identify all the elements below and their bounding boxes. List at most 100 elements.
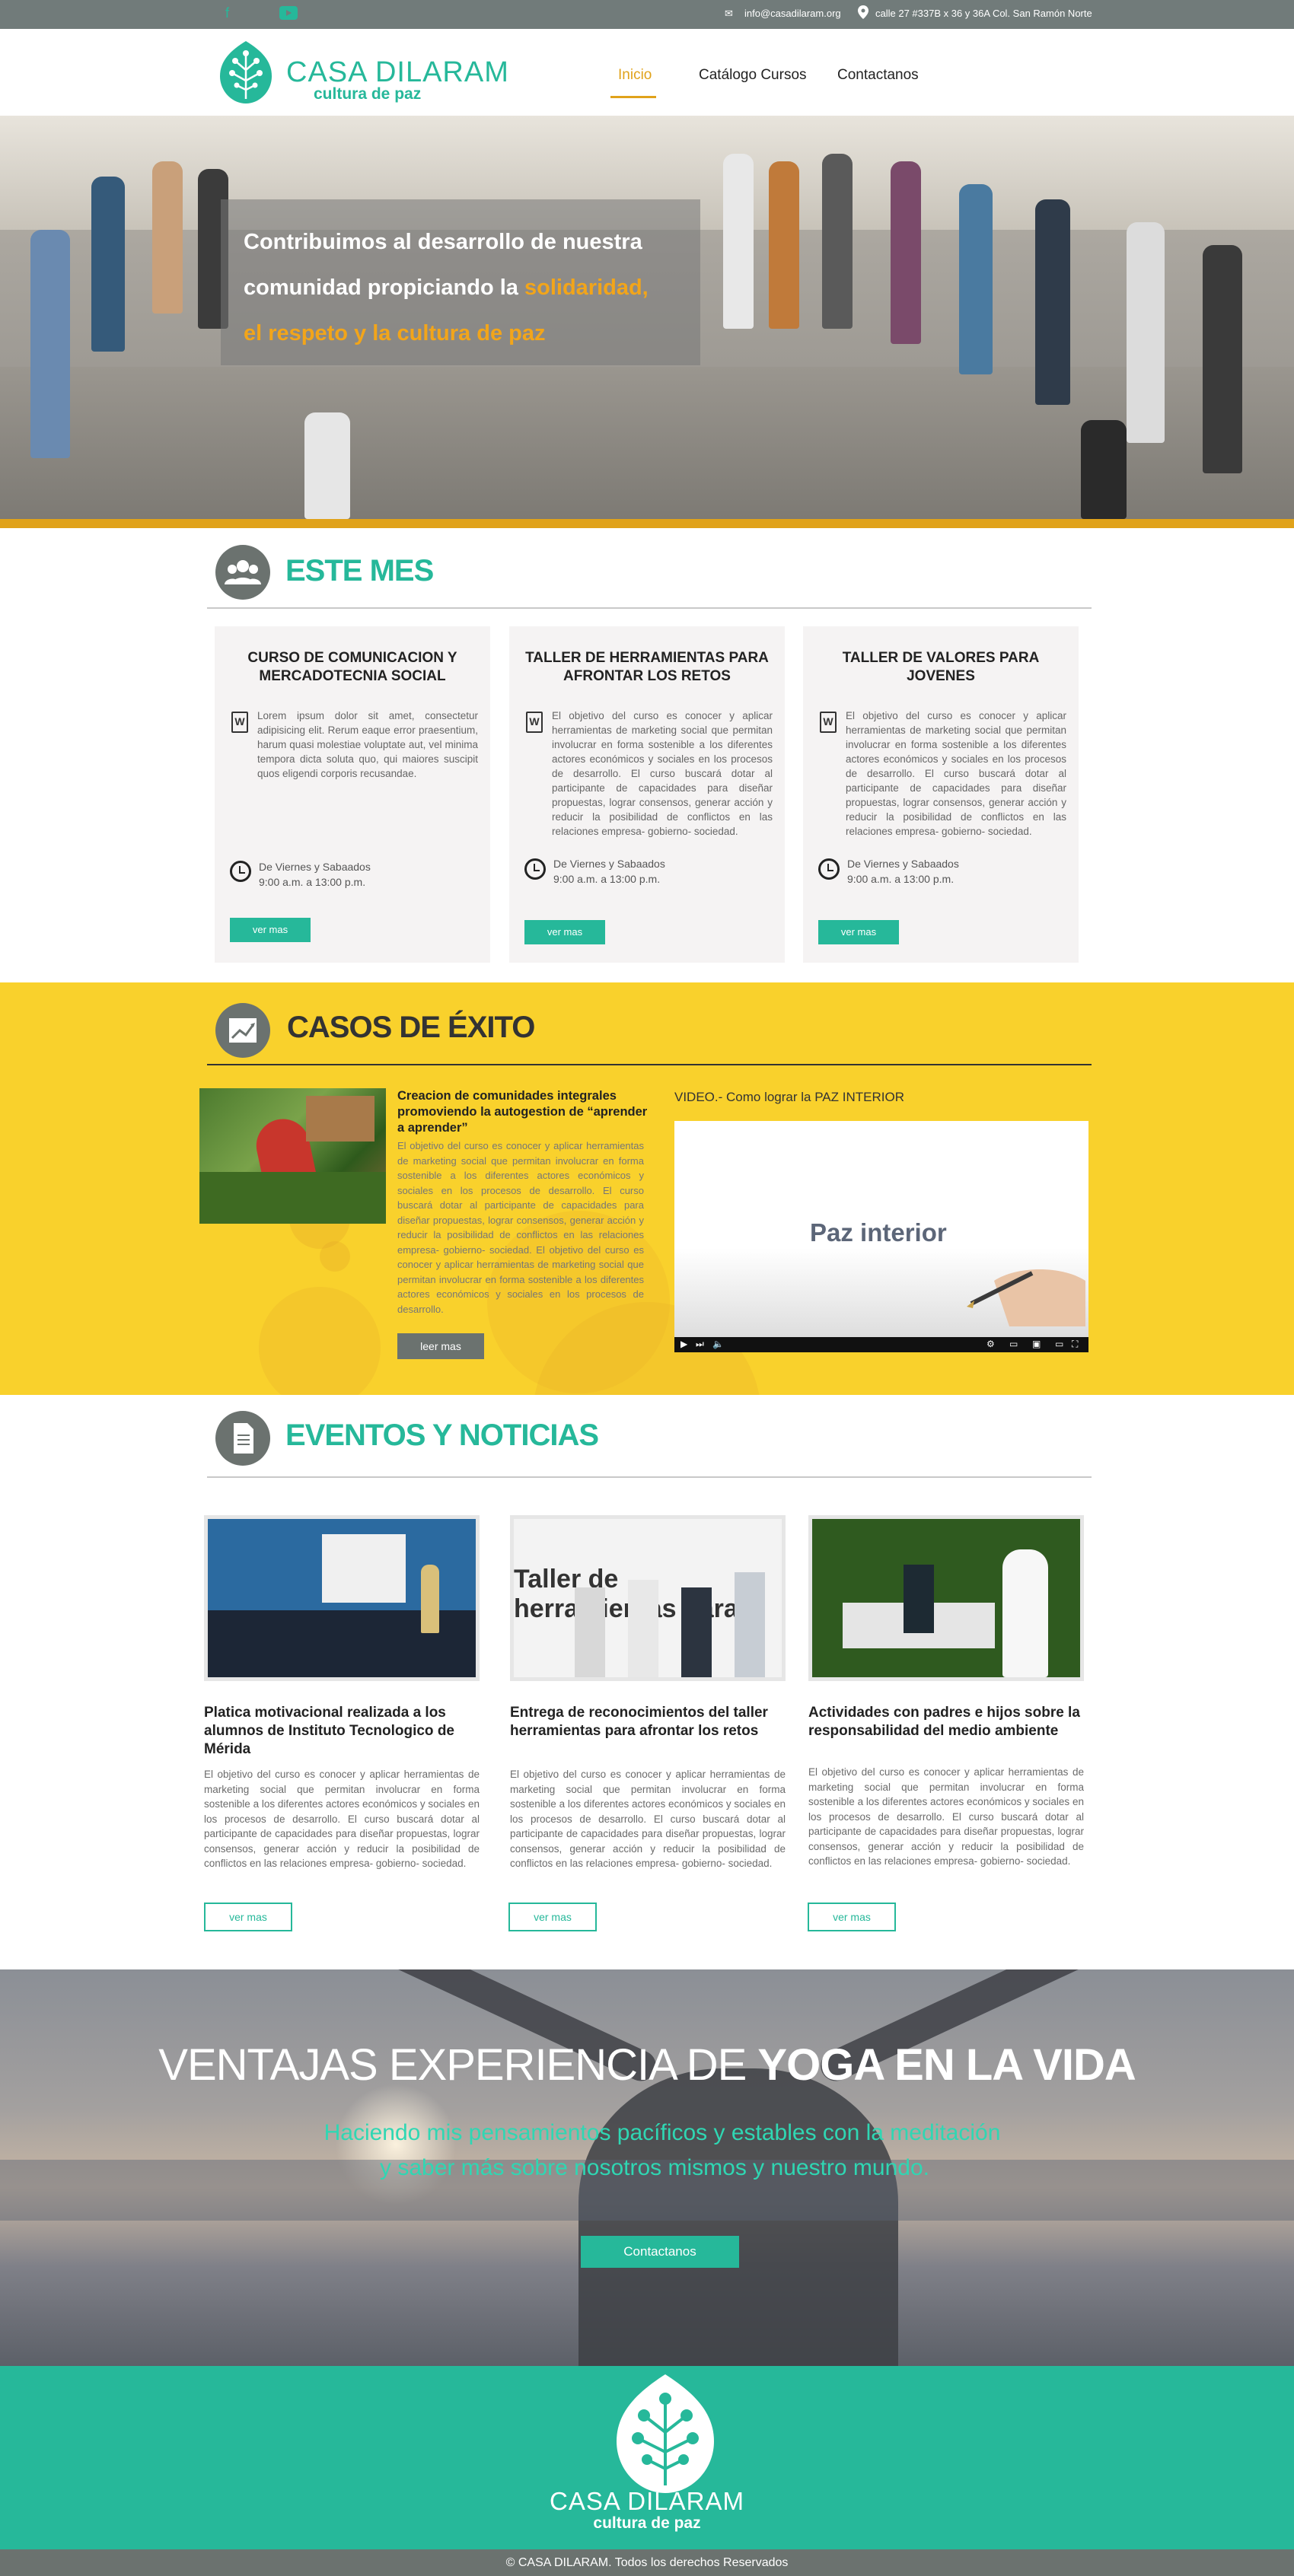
course-description: El objetivo del curso es conocer y aplic…: [552, 710, 773, 837]
address-text: calle 27 #337B x 36 y 36A Col. San Ramón…: [875, 8, 1092, 19]
hero-photo-figure: [152, 161, 183, 314]
section-title-eventos: EVENTOS Y NOTICIAS: [285, 1419, 599, 1452]
footer-brand-name: CASA DILARAM: [550, 2487, 744, 2515]
hero-line-2-text: comunidad propiciando la: [244, 275, 524, 300]
course-title: TALLER DE VALORES PARA JOVENES: [842, 650, 1040, 684]
course-description: Lorem ipsum dolor sit amet, consectetur …: [257, 710, 478, 779]
course-title: TALLER DE HERRAMIENTAS PARA AFRONTAR LOS…: [525, 650, 769, 684]
video-control-bar[interactable]: ▶ ⏭ 🔈 ⚙ ▭ ▣ ▭ ⛶: [674, 1337, 1088, 1352]
course-card: TALLER DE VALORES PARA JOVENES W El obje…: [803, 626, 1079, 963]
ver-mas-button[interactable]: ver mas: [230, 918, 311, 942]
case-photo-house: [306, 1096, 374, 1142]
casa-dilaram-footer-logo-icon[interactable]: [609, 2371, 722, 2504]
settings-icon[interactable]: ⚙: [986, 1339, 995, 1349]
email-text[interactable]: info@casadilaram.org: [744, 8, 841, 19]
hero-photo-figure: [91, 177, 125, 352]
video-player[interactable]: Paz interior ▶ ⏭ 🔈 ⚙ ▭ ▣ ▭ ⛶: [674, 1121, 1088, 1352]
nav-active-indicator: [610, 96, 656, 98]
yoga-title-light: VENTAJAS EXPERIENCIA DE: [158, 2040, 758, 2090]
play-icon[interactable]: ▶: [680, 1339, 687, 1349]
decorative-pattern: [320, 1241, 350, 1272]
hero-photo-figure: [822, 154, 853, 329]
news-title[interactable]: Entrega de reconocimientos del taller he…: [510, 1704, 786, 1740]
location-pin-icon: [858, 5, 869, 23]
volume-icon[interactable]: 🔈: [712, 1339, 724, 1349]
yoga-subtitle-2: y saber más sobre nosotros mismos y nues…: [380, 2155, 929, 2180]
fullscreen-icon[interactable]: ⛶: [1072, 1339, 1078, 1350]
ver-mas-button[interactable]: ver mas: [204, 1903, 292, 1931]
course-schedule: De Viernes y Sabaados 9:00 a.m. a 13:00 …: [553, 856, 665, 887]
news-photo-screen: [322, 1534, 406, 1603]
hero-photo-figure: [1127, 222, 1165, 443]
ver-mas-button[interactable]: ver mas: [808, 1903, 896, 1931]
clock-icon: [524, 858, 546, 880]
schedule-hours: 9:00 a.m. a 13:00 p.m.: [553, 873, 661, 885]
section-divider: [207, 1476, 1092, 1478]
news-photo-person: [904, 1565, 934, 1633]
news-title[interactable]: Platica motivacional realizada a los alu…: [204, 1704, 480, 1759]
theater-icon[interactable]: ▭: [1055, 1339, 1063, 1349]
footer-brand-tagline: cultura de paz: [593, 2514, 701, 2532]
news-photo-person: [1002, 1549, 1048, 1677]
hero-photo-figure: [769, 161, 799, 329]
section-title-casos: CASOS DE ÉXITO: [287, 1011, 535, 1044]
casa-dilaram-logo-icon[interactable]: [217, 40, 275, 105]
schedule-days: De Viernes y Sabaados: [259, 861, 371, 873]
ver-mas-button[interactable]: ver mas: [818, 920, 899, 944]
nav-inicio[interactable]: Inicio: [618, 67, 652, 84]
hero-photo-figure: [30, 230, 70, 458]
leer-mas-button[interactable]: leer mas: [397, 1333, 484, 1359]
news-description: El objetivo del curso es conocer y aplic…: [510, 1769, 786, 1869]
case-photo-foliage: [199, 1172, 386, 1224]
email-icon: ✉: [725, 8, 733, 19]
course-title: CURSO DE COMUNICACION Y MERCADOTECNIA SO…: [247, 650, 457, 684]
nav-contactanos[interactable]: Contactanos: [837, 67, 919, 84]
news-title[interactable]: Actividades con padres e hijos sobre la …: [808, 1704, 1084, 1740]
news-photo-speaker: [421, 1565, 439, 1633]
news-photo[interactable]: Taller de herramientas para: [510, 1515, 786, 1681]
contactanos-button[interactable]: Contactanos: [581, 2236, 739, 2268]
hero-line-2: comunidad propiciando la solidaridad,: [244, 275, 649, 301]
news-photo[interactable]: [808, 1515, 1084, 1681]
case-description: El objetivo del curso es conocer y aplic…: [397, 1140, 644, 1315]
document-icon: W: [820, 712, 837, 733]
hero-photo-figure: [959, 184, 993, 374]
course-schedule: De Viernes y Sabaados 9:00 a.m. a 13:00 …: [847, 856, 959, 887]
site-header: CASA DILARAM cultura de paz Inicio Catál…: [0, 29, 1294, 116]
facebook-icon[interactable]: f: [225, 5, 229, 21]
case-title: Creacion de comunidades integrales promo…: [397, 1089, 648, 1135]
logo-name: CASA DILARAM: [286, 56, 509, 88]
ver-mas-button[interactable]: ver mas: [508, 1903, 597, 1931]
hero-line-1: Contribuimos al desarrollo de nuestra: [244, 230, 642, 254]
document-icon: W: [231, 712, 248, 733]
course-card: TALLER DE HERRAMIENTAS PARA AFRONTAR LOS…: [509, 626, 785, 963]
schedule-days: De Viernes y Sabaados: [553, 858, 665, 870]
schedule-hours: 9:00 a.m. a 13:00 p.m.: [259, 876, 366, 888]
news-photo-person: [681, 1587, 712, 1677]
video-slide-title: Paz interior: [810, 1218, 947, 1247]
copyright: © CASA DILARAM. Todos los derechos Reser…: [0, 2549, 1294, 2576]
chart-trend-icon: [215, 1003, 270, 1058]
news-description: El objetivo del curso es conocer y aplic…: [204, 1769, 480, 1869]
captions-icon[interactable]: ▭: [1009, 1339, 1018, 1349]
case-photo: [199, 1088, 386, 1224]
group-icon: [215, 545, 270, 600]
yoga-title: VENTAJAS EXPERIENCIA DE YOGA EN LA VIDA: [0, 2039, 1294, 2090]
youtube-icon[interactable]: [279, 5, 298, 25]
hero-line-3: el respeto y la cultura de paz: [244, 321, 546, 345]
section-title-este-mes: ESTE MES: [285, 554, 434, 587]
next-icon[interactable]: ⏭: [696, 1339, 704, 1350]
hero-photo-figure: [1081, 420, 1127, 519]
clock-icon: [818, 858, 840, 880]
clock-icon: [230, 861, 251, 882]
document-icon: W: [526, 712, 543, 733]
hero-bottom-stripe: [0, 519, 1294, 528]
course-description: El objetivo del curso es conocer y aplic…: [846, 710, 1066, 837]
logo-tagline: cultura de paz: [314, 85, 422, 103]
news-photo[interactable]: [204, 1515, 480, 1681]
ver-mas-button[interactable]: ver mas: [524, 920, 605, 944]
miniplayer-icon[interactable]: ▣: [1032, 1339, 1041, 1349]
video-hand-pen-illustration: [967, 1269, 1085, 1326]
course-schedule: De Viernes y Sabaados 9:00 a.m. a 13:00 …: [259, 859, 371, 890]
nav-catalogo-cursos[interactable]: Catálogo Cursos: [699, 67, 807, 84]
